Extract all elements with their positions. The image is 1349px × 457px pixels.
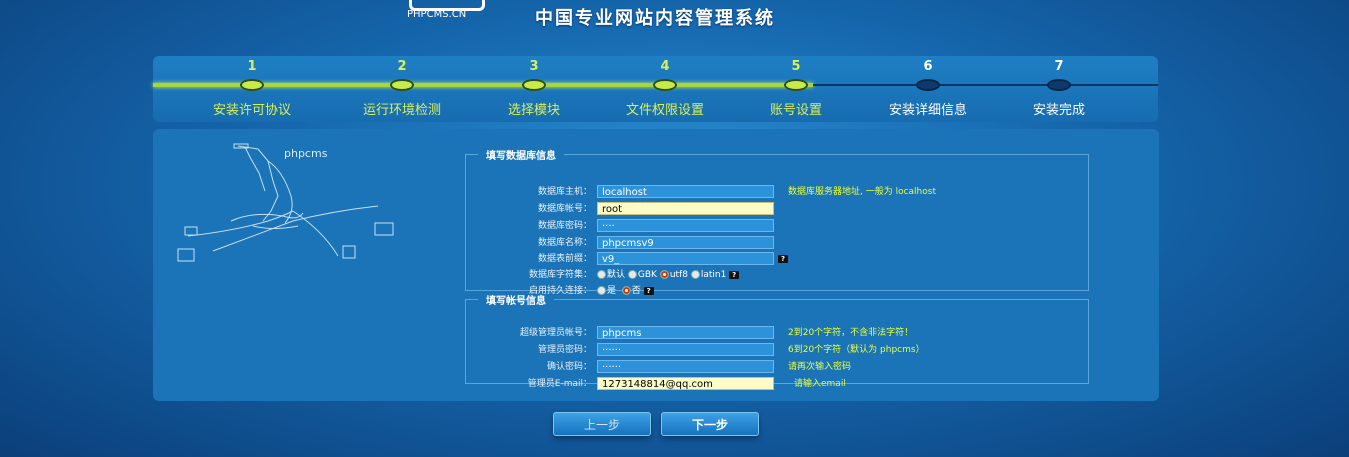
step-number: 5 — [791, 59, 801, 74]
db-host-row: 数据库主机： localhost 数据库服务器地址, 一般为 localhost — [466, 185, 1086, 199]
step-label: 安装完成 — [1032, 103, 1085, 118]
next-step-button[interactable]: 下一步 — [661, 412, 759, 436]
step-3: 3 选择模块 — [469, 56, 599, 118]
step-1: 1 安装许可协议 — [187, 56, 317, 118]
step-number: 3 — [529, 59, 539, 74]
step-number: 7 — [1054, 59, 1064, 74]
step-label: 安装许可协议 — [212, 103, 291, 118]
admin-password-input[interactable]: ······ — [597, 343, 774, 356]
db-charset-row: 数据库字符集： 默认 GBK utf8 latin1 ? — [466, 268, 1086, 282]
db-user-input[interactable]: root — [597, 202, 774, 215]
admin-confirm-label: 确认密码： — [546, 362, 592, 372]
db-host-input[interactable]: localhost — [597, 185, 774, 198]
step-dot — [653, 79, 677, 91]
admin-email-input[interactable]: 1273148814@qq.com — [597, 377, 774, 390]
db-user-row: 数据库帐号： root — [466, 202, 1086, 216]
db-password-row: 数据库密码： ···· — [466, 219, 1086, 233]
step-dot — [390, 79, 414, 91]
db-host-hint: 数据库服务器地址, 一般为 localhost — [788, 187, 936, 197]
step-dot — [522, 79, 546, 91]
admin-password-label: 管理员密码： — [537, 345, 592, 355]
radio-gbk[interactable] — [627, 270, 637, 279]
prev-step-button[interactable]: 上一步 — [553, 412, 651, 436]
admin-group-legend: 填写帐号信息 — [486, 296, 546, 307]
db-prefix-label: 数据表前缀： — [537, 254, 592, 264]
site-title: 中国专业网站内容管理系统 — [535, 8, 775, 29]
install-steps: 1 安装许可协议 2 运行环境检测 3 选择模块 4 文件权限设置 5 账号设置… — [153, 56, 1158, 122]
db-password-label: 数据库密码： — [537, 221, 592, 231]
step-number: 1 — [247, 59, 257, 74]
main-panel: phpcms 填写数据库信息 数据库主机： localhost 数据库服务器地址… — [153, 129, 1159, 401]
help-icon[interactable]: ? — [778, 255, 788, 263]
db-password-input[interactable]: ···· — [597, 219, 774, 232]
step-dot — [1047, 79, 1071, 91]
db-user-label: 数据库帐号： — [537, 204, 592, 214]
admin-username-row: 超级管理员帐号： phpcms 2到20个字符，不含非法字符！ — [466, 326, 1086, 340]
help-icon[interactable]: ? — [729, 270, 740, 279]
step-label: 选择模块 — [507, 103, 560, 118]
step-4: 4 文件权限设置 — [600, 56, 730, 118]
step-dot — [784, 79, 808, 91]
step-dot — [240, 79, 264, 91]
admin-username-input[interactable]: phpcms — [597, 326, 774, 339]
admin-username-hint: 2到20个字符，不含非法字符！ — [788, 328, 914, 338]
admin-email-label: 管理员E-mail： — [527, 379, 592, 389]
step-label: 运行环境检测 — [362, 103, 441, 118]
admin-username-label: 超级管理员帐号： — [519, 328, 592, 338]
database-info-group: 填写数据库信息 数据库主机： localhost 数据库服务器地址, 一般为 l… — [465, 147, 1089, 296]
logo-text: PHPCMS.CN — [407, 9, 467, 20]
step-2: 2 运行环境检测 — [337, 56, 467, 118]
step-5: 5 账号设置 — [731, 56, 861, 118]
illustration-label: phpcms — [284, 147, 328, 160]
admin-confirm-hint: 请再次输入密码 — [788, 362, 852, 372]
db-host-label: 数据库主机： — [537, 187, 592, 197]
step-7: 7 安装完成 — [994, 56, 1124, 118]
db-prefix-input[interactable]: v9_ — [597, 252, 774, 265]
db-charset-label: 数据库字符集： — [528, 270, 592, 280]
admin-password-hint: 6到20个字符（默认为 phpcms） — [788, 345, 925, 355]
step-label: 文件权限设置 — [625, 103, 704, 118]
database-group-legend: 填写数据库信息 — [486, 151, 556, 162]
step-number: 4 — [660, 59, 670, 74]
radio-gbk-label: GBK — [637, 270, 657, 280]
step-6: 6 安装详细信息 — [863, 56, 993, 118]
step-label: 安装详细信息 — [888, 103, 967, 118]
radio-utf8-label: utf8 — [669, 270, 688, 280]
step-dot — [916, 79, 940, 91]
radio-utf8[interactable] — [659, 270, 669, 279]
step-number: 2 — [397, 59, 407, 74]
admin-confirm-input[interactable]: ······ — [597, 360, 774, 373]
db-name-label: 数据库名称： — [537, 238, 592, 248]
admin-email-hint: 请输入email — [794, 379, 846, 389]
admin-account-group: 填写帐号信息 超级管理员帐号： phpcms 2到20个字符，不含非法字符！ 管… — [465, 292, 1089, 390]
admin-password-row: 管理员密码： ······ 6到20个字符（默认为 phpcms） — [466, 343, 1086, 357]
radio-default-label: 默认 — [607, 270, 626, 280]
step-label: 账号设置 — [769, 103, 822, 118]
db-name-input[interactable]: phpcmsv9 — [597, 236, 774, 249]
radio-latin1-label: latin1 — [700, 270, 727, 280]
network-illustration — [177, 143, 394, 262]
phpcms-logo: PHPCMS.CN — [405, 0, 511, 26]
db-name-row: 数据库名称： phpcmsv9 — [466, 236, 1086, 250]
charset-radio-group: 默认 GBK utf8 latin1 ? — [597, 268, 740, 282]
radio-default[interactable] — [597, 270, 606, 279]
radio-latin1[interactable] — [690, 270, 700, 279]
admin-confirm-row: 确认密码： ······ 请再次输入密码 — [466, 360, 1086, 374]
db-prefix-row: 数据表前缀： v9_ ? — [466, 252, 1086, 266]
step-number: 6 — [923, 59, 933, 74]
admin-email-row: 管理员E-mail： 1273148814@qq.com 请输入email — [466, 377, 1086, 391]
